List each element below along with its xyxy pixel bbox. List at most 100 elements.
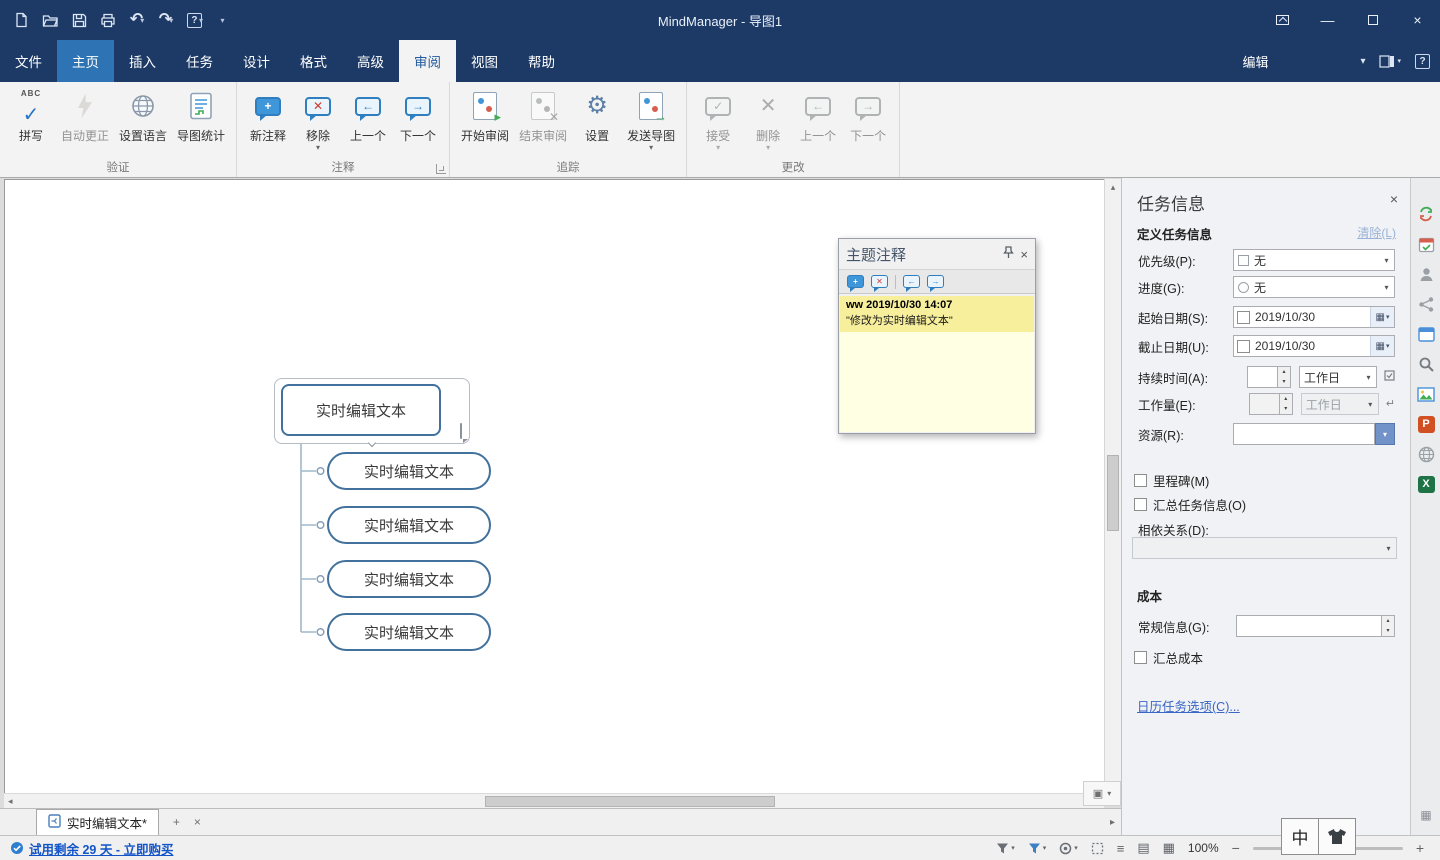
power-filter-button[interactable]: ▾ — [1028, 842, 1047, 855]
vertical-scrollbar[interactable]: ▴ ▾ — [1104, 179, 1121, 793]
delete-change-button[interactable]: ✕ 删除 ▾ — [743, 86, 793, 151]
rollup-task-checkbox[interactable] — [1134, 498, 1147, 511]
milestone-checkbox[interactable] — [1134, 474, 1147, 487]
tab-home[interactable]: 主页 — [57, 40, 114, 82]
undo-button[interactable]: ↶▾ — [126, 7, 148, 33]
spreadsheet-icon[interactable]: X — [1416, 474, 1436, 494]
previous-change-button[interactable]: ← 上一个 — [793, 86, 843, 144]
comment-indicator-icon[interactable] — [460, 424, 462, 438]
effort-unit-select[interactable]: 工作日▾ — [1301, 393, 1379, 415]
clear-link[interactable]: 清除(L) — [1357, 224, 1396, 241]
contacts-icon[interactable] — [1416, 264, 1436, 284]
page-select-icon[interactable]: ▣ — [1093, 787, 1103, 800]
next-change-button[interactable]: → 下一个 — [843, 86, 893, 144]
send-map-button[interactable]: → 发送导图 ▾ — [622, 86, 680, 151]
trial-purchase-link[interactable]: 试用剩余 29 天 - 立即购买 — [29, 839, 173, 858]
ime-skin-button[interactable] — [1318, 818, 1356, 855]
browser-icon[interactable] — [1416, 324, 1436, 344]
map-statistics-button[interactable]: 导图统计 — [172, 86, 230, 144]
review-settings-button[interactable]: ⚙ 设置 — [572, 86, 622, 144]
ribbon-display-options-button[interactable] — [1260, 0, 1305, 40]
panel-layout-icon[interactable]: ▦ — [1416, 805, 1436, 825]
select-button[interactable]: ▾ — [1059, 842, 1078, 855]
close-tab-icon[interactable]: × — [194, 815, 201, 829]
tab-review[interactable]: 审阅 — [399, 40, 456, 82]
panes-button[interactable]: ▾ — [1379, 55, 1401, 68]
resources-dropdown-button[interactable]: ▾ — [1375, 423, 1395, 445]
customize-qat-icon[interactable]: ▾ — [213, 7, 235, 33]
zoom-in-icon[interactable]: + — [1416, 840, 1424, 856]
due-date-checkbox[interactable] — [1237, 340, 1250, 353]
general-info-input[interactable] — [1236, 615, 1382, 637]
scroll-up-icon[interactable]: ▴ — [1105, 182, 1121, 193]
search-icon[interactable] — [1416, 354, 1436, 374]
resources-input[interactable] — [1233, 423, 1375, 445]
tab-design[interactable]: 设计 — [228, 40, 285, 82]
root-topic[interactable]: 实时编辑文本 — [281, 384, 441, 436]
remove-comment-small-icon[interactable]: ✕ — [871, 275, 888, 288]
start-review-button[interactable]: ▸ 开始审阅 — [456, 86, 514, 144]
pin-icon[interactable] — [1003, 246, 1014, 262]
close-task-panel-icon[interactable]: × — [1390, 191, 1398, 207]
restore-button[interactable] — [1350, 0, 1395, 40]
duration-input[interactable]: ▴▾ — [1247, 366, 1291, 388]
redo-button[interactable]: ↷▾ — [155, 7, 177, 33]
priority-select[interactable]: 无 ▾ — [1233, 249, 1395, 271]
document-tab[interactable]: 实时编辑文本* — [36, 809, 159, 835]
print-icon[interactable] — [97, 7, 119, 33]
collapse-chevron-icon[interactable] — [368, 440, 376, 448]
sync-icon[interactable] — [1416, 204, 1436, 224]
selected-comment[interactable]: ww 2019/10/30 14:07 "修改为实时编辑文本" — [840, 296, 1034, 332]
general-info-spinner[interactable]: ▴▾ — [1382, 615, 1395, 637]
presentation-view-icon[interactable]: ▤ — [1137, 840, 1149, 856]
comments-dialog-launcher-icon[interactable] — [436, 164, 446, 174]
duration-option-icon[interactable] — [1384, 370, 1395, 384]
ribbon-help-icon[interactable]: ? — [1415, 54, 1430, 69]
horizontal-scrollbar[interactable]: ◂ ▸ — [4, 793, 1104, 808]
subtopic-4[interactable]: 实时编辑文本 — [327, 613, 491, 651]
effort-spinner[interactable]: ▴▾ — [1279, 394, 1292, 414]
open-file-icon[interactable] — [39, 7, 61, 33]
effort-return-icon[interactable]: ↵ — [1386, 399, 1395, 410]
previous-comment-small-icon[interactable]: ← — [903, 275, 920, 288]
due-date-field[interactable]: 2019/10/30 ▦▾ — [1233, 335, 1395, 357]
close-button[interactable]: × — [1395, 0, 1440, 40]
remove-comment-button[interactable]: ✕ 移除 ▾ — [293, 86, 343, 151]
set-language-button[interactable]: 设置语言 — [114, 86, 172, 144]
fit-map-button[interactable] — [1091, 842, 1104, 855]
accept-change-button[interactable]: ✓ 接受 ▾ — [693, 86, 743, 151]
duration-spinner[interactable]: ▴▾ — [1277, 367, 1290, 387]
outline-view-icon[interactable]: ≡ — [1117, 841, 1125, 856]
tab-insert[interactable]: 插入 — [114, 40, 171, 82]
trial-notice[interactable]: 试用剩余 29 天 - 立即购买 — [10, 839, 173, 858]
tab-format[interactable]: 格式 — [285, 40, 342, 82]
due-date-picker-button[interactable]: ▦▾ — [1370, 336, 1394, 356]
topic-notes-body[interactable]: ww 2019/10/30 14:07 "修改为实时编辑文本" — [840, 296, 1034, 432]
end-review-button[interactable]: ✕ 结束审阅 — [514, 86, 572, 144]
page-navigation-buttons[interactable]: ▣ ▾ — [1083, 781, 1121, 806]
new-comment-button[interactable]: + 新注释 — [243, 86, 293, 144]
tab-advanced[interactable]: 高级 — [342, 40, 399, 82]
caret-down-icon[interactable]: ▾ — [1107, 789, 1111, 798]
image-icon[interactable] — [1416, 384, 1436, 404]
tab-file[interactable]: 文件 — [0, 40, 57, 82]
subtopic-1[interactable]: 实时编辑文本 — [327, 452, 491, 490]
edit-mode-label[interactable]: 编辑 — [1242, 52, 1268, 71]
view-dropdown-icon[interactable]: ▾ — [1360, 56, 1365, 67]
vertical-scroll-thumb[interactable] — [1107, 455, 1119, 531]
next-comment-button[interactable]: → 下一个 — [393, 86, 443, 144]
subtopic-3[interactable]: 实时编辑文本 — [327, 560, 491, 598]
start-date-picker-button[interactable]: ▦▾ — [1370, 307, 1394, 327]
calendar-icon[interactable] — [1416, 234, 1436, 254]
next-comment-small-icon[interactable]: → — [927, 275, 944, 288]
new-tab-icon[interactable]: + — [173, 815, 180, 829]
tab-scroll-right-icon[interactable]: ▸ — [1110, 817, 1115, 828]
tab-view[interactable]: 视图 — [456, 40, 513, 82]
autocorrect-button[interactable]: 自动更正 — [56, 86, 114, 144]
start-date-checkbox[interactable] — [1237, 311, 1250, 324]
subtopic-2[interactable]: 实时编辑文本 — [327, 506, 491, 544]
start-date-field[interactable]: 2019/10/30 ▦▾ — [1233, 306, 1395, 328]
new-document-icon[interactable] — [10, 7, 32, 33]
new-comment-small-icon[interactable]: + — [847, 275, 864, 288]
tab-task[interactable]: 任务 — [171, 40, 228, 82]
